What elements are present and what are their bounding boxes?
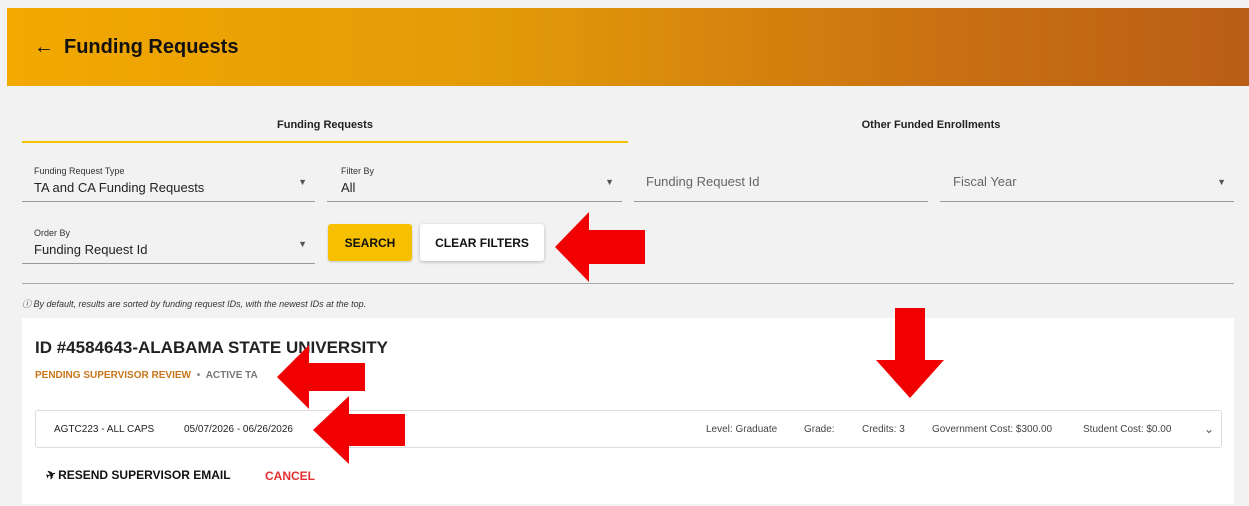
search-button[interactable]: SEARCH bbox=[328, 224, 412, 261]
order-by-label: Order By bbox=[34, 228, 71, 238]
government-cost: Government Cost: $300.00 bbox=[932, 424, 1053, 435]
fiscal-year-select[interactable]: Fiscal Year ▼ bbox=[940, 166, 1234, 202]
funding-request-id-placeholder: Funding Request Id bbox=[646, 174, 760, 189]
chevron-down-icon[interactable]: ⌄ bbox=[1204, 422, 1214, 436]
chevron-down-icon: ▼ bbox=[605, 177, 614, 187]
red-arrow-icon bbox=[313, 396, 405, 464]
course-row[interactable]: AGTC223 - ALL CAPS 05/07/2026 - 06/26/20… bbox=[35, 410, 1222, 448]
funding-request-type-select[interactable]: Funding Request Type TA and CA Funding R… bbox=[22, 166, 315, 202]
resend-supervisor-email-button[interactable]: ✈RESEND SUPERVISOR EMAIL bbox=[43, 466, 231, 484]
chevron-down-icon: ▼ bbox=[298, 239, 307, 249]
page-title: Funding Requests bbox=[64, 35, 239, 58]
tab-bar: Funding Requests Other Funded Enrollment… bbox=[22, 103, 1234, 143]
page-header: ← Funding Requests bbox=[7, 8, 1249, 86]
funding-request-type-label: Funding Request Type bbox=[34, 166, 125, 176]
request-type-badge: ACTIVE TA bbox=[205, 370, 258, 381]
funding-request-id-input[interactable]: Funding Request Id bbox=[634, 166, 928, 202]
chevron-down-icon: ▼ bbox=[298, 177, 307, 187]
arrow-left-icon[interactable]: ← bbox=[34, 36, 54, 59]
funding-request-type-value: TA and CA Funding Requests bbox=[34, 180, 205, 195]
red-arrow-icon bbox=[876, 308, 944, 398]
filter-by-value: All bbox=[341, 180, 356, 195]
filter-by-label: Filter By bbox=[341, 166, 375, 176]
filter-by-select[interactable]: Filter By All ▼ bbox=[327, 166, 622, 202]
student-cost: Student Cost: $0.00 bbox=[1083, 424, 1172, 435]
sort-info-text: ⓘ By default, results are sorted by fund… bbox=[22, 299, 367, 309]
tab-other-funded-enrollments[interactable]: Other Funded Enrollments bbox=[628, 103, 1234, 143]
divider bbox=[22, 283, 1234, 284]
cancel-button[interactable]: CANCEL bbox=[265, 469, 315, 483]
course-credits: Credits: 3 bbox=[862, 424, 905, 435]
fiscal-year-placeholder: Fiscal Year bbox=[953, 174, 1017, 189]
chevron-down-icon: ▼ bbox=[1217, 177, 1226, 187]
clear-filters-button[interactable]: CLEAR FILTERS bbox=[420, 224, 544, 261]
course-name: AGTC223 - ALL CAPS bbox=[54, 424, 155, 435]
status-separator: • bbox=[196, 370, 201, 381]
order-by-value: Funding Request Id bbox=[34, 242, 148, 257]
course-level: Level: Graduate bbox=[706, 424, 778, 435]
course-dates: 05/07/2026 - 06/26/2026 bbox=[184, 424, 293, 435]
course-grade: Grade: bbox=[804, 424, 835, 435]
red-arrow-icon bbox=[555, 212, 645, 282]
order-by-select[interactable]: Order By Funding Request Id ▼ bbox=[22, 228, 315, 264]
send-icon: ✈ bbox=[43, 466, 59, 484]
tab-funding-requests[interactable]: Funding Requests bbox=[22, 103, 628, 143]
funding-request-card: ID #4584643-ALABAMA STATE UNIVERSITY PEN… bbox=[22, 318, 1234, 504]
resend-label: RESEND SUPERVISOR EMAIL bbox=[58, 468, 231, 482]
status-badge: PENDING SUPERVISOR REVIEW bbox=[35, 370, 191, 381]
status-row: PENDING SUPERVISOR REVIEW • ACTIVE TA bbox=[35, 370, 258, 381]
